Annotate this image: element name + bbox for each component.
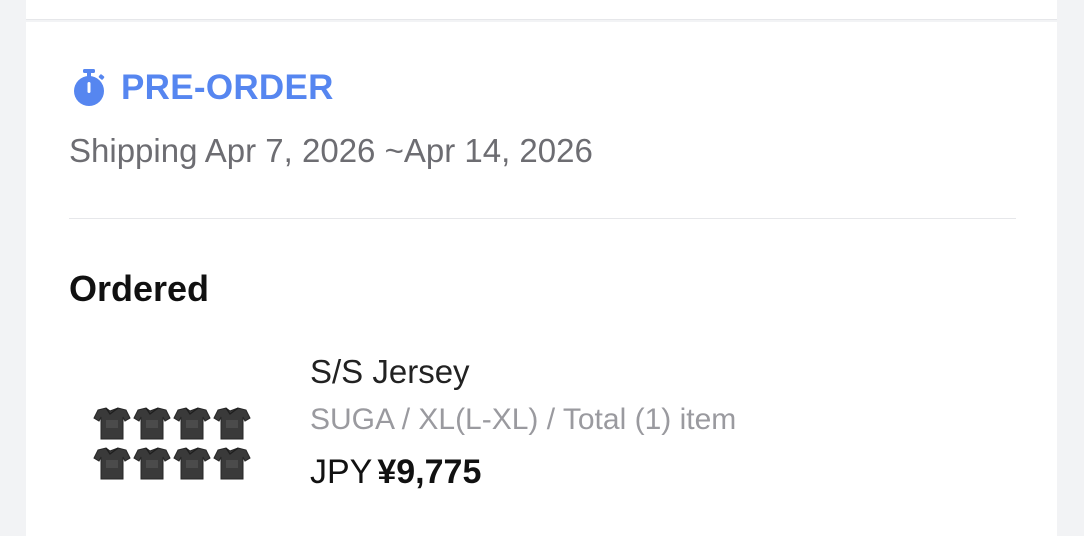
price-currency: JPY: [310, 453, 373, 491]
stopwatch-icon: [70, 68, 108, 108]
preorder-badge: PRE-ORDER: [70, 66, 334, 110]
product-price: JPY ¥9,775: [310, 453, 481, 492]
product-thumbnail[interactable]: [90, 402, 256, 484]
price-amount: ¥9,775: [377, 453, 482, 491]
divider: [69, 218, 1016, 219]
preorder-label: PRE-ORDER: [121, 68, 334, 107]
shipping-date-range: Shipping Apr 7, 2026 ~Apr 14, 2026: [69, 132, 593, 169]
product-options: SUGA / XL(L-XL) / Total (1) item: [310, 403, 737, 436]
previous-card: [26, 0, 1057, 20]
order-card: PRE-ORDER Shipping Apr 7, 2026 ~Apr 14, …: [26, 22, 1057, 536]
ordered-section-title: Ordered: [69, 268, 210, 309]
product-name[interactable]: S/S Jersey: [310, 353, 470, 391]
jersey-set-image: [93, 407, 251, 480]
